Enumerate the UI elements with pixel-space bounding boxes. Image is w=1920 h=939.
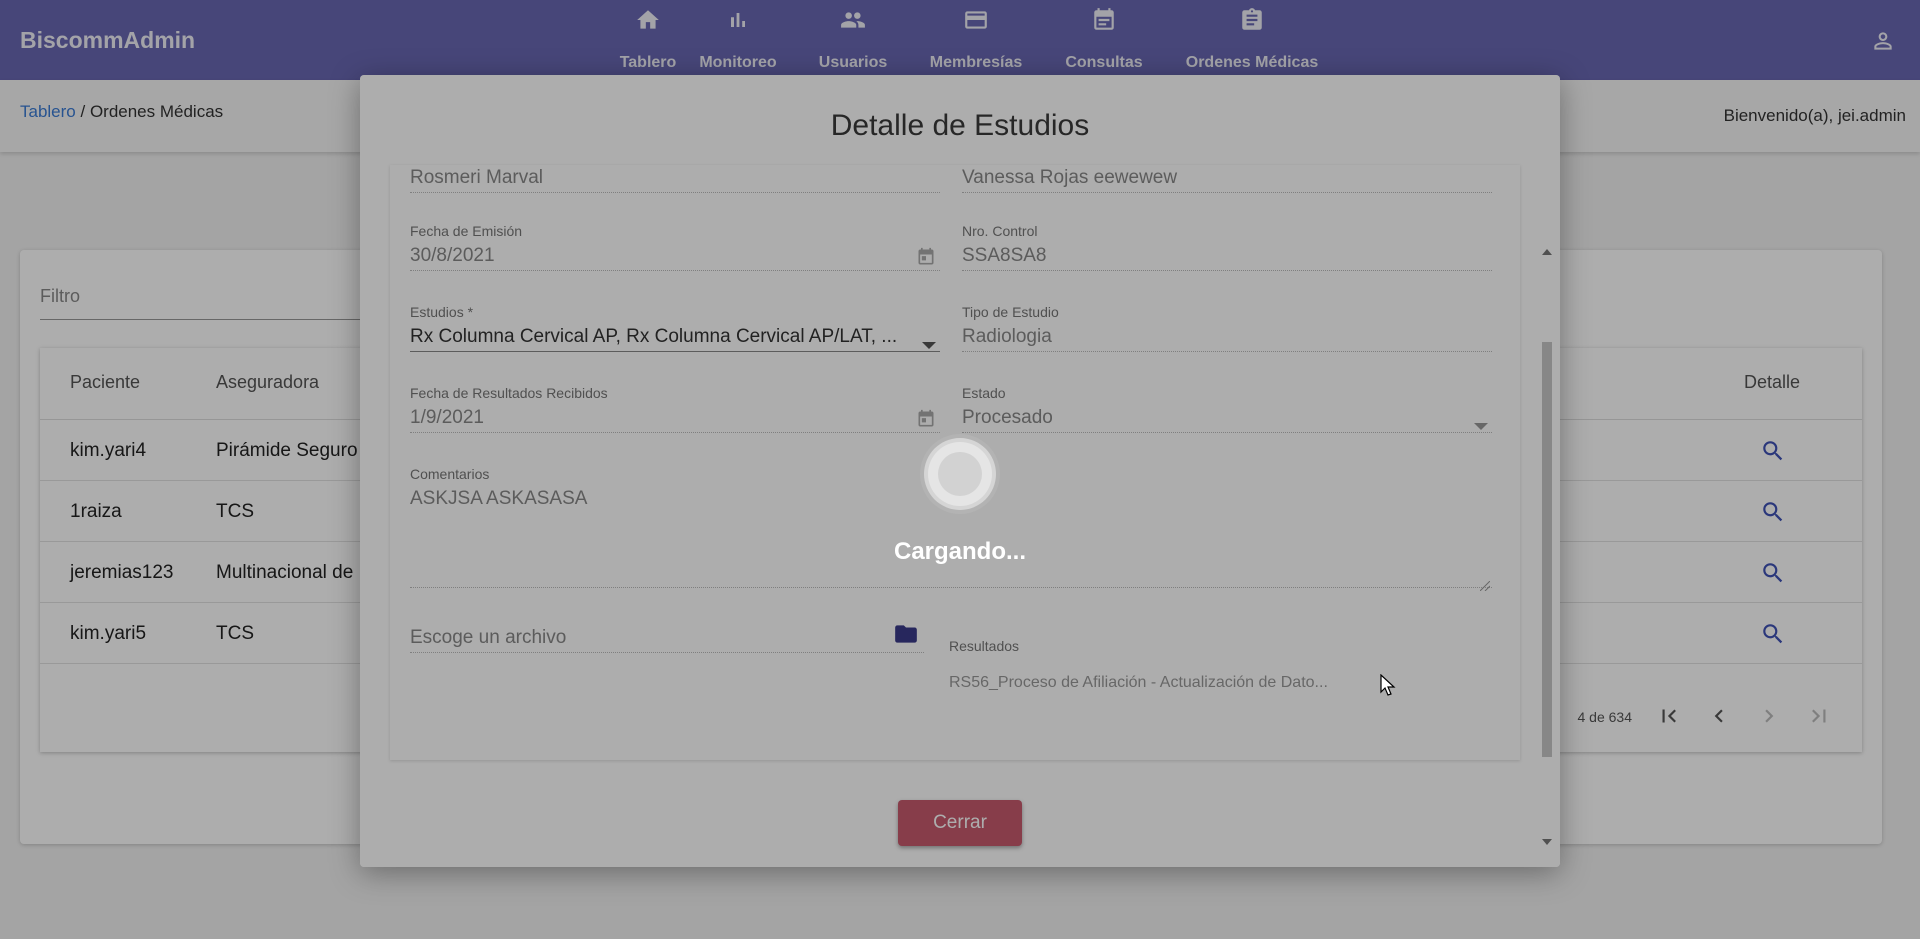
mouse-cursor-icon xyxy=(1380,673,1396,701)
loading-spinner-core xyxy=(938,452,982,496)
loading-spinner xyxy=(928,442,992,506)
loading-text: Cargando... xyxy=(893,538,1026,565)
